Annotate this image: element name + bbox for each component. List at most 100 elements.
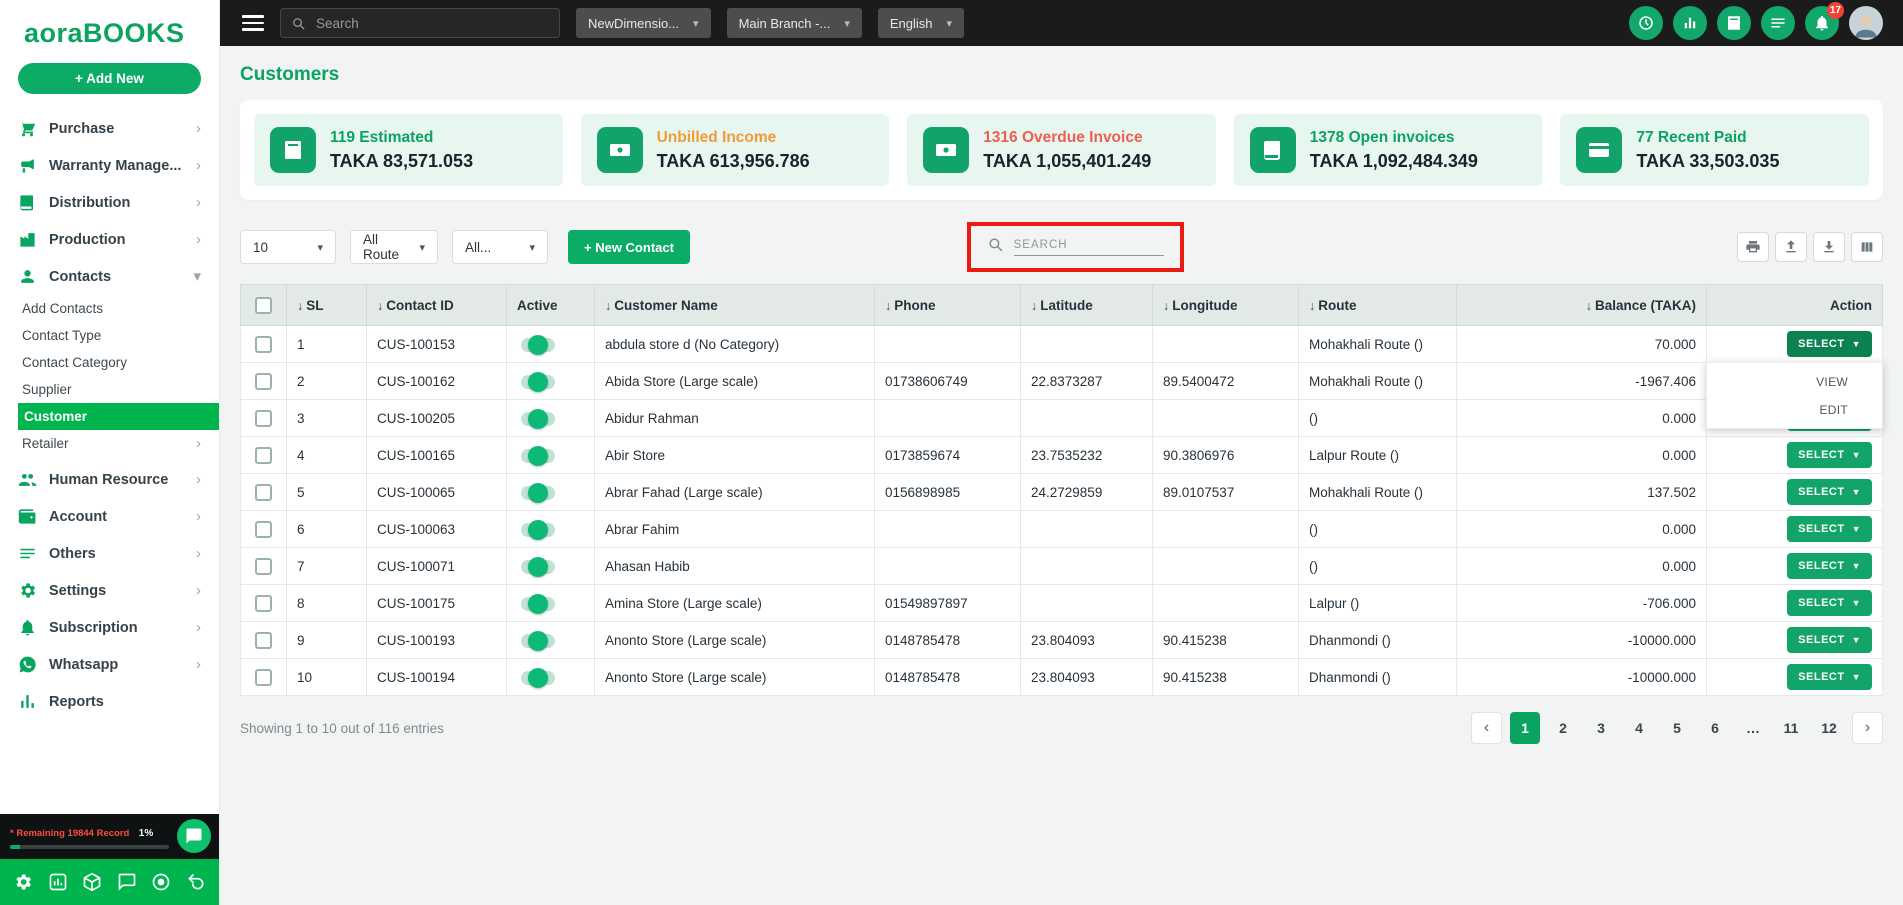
sidebar-item-contact-type[interactable]: Contact Type	[0, 322, 219, 349]
row-checkbox[interactable]	[255, 373, 272, 390]
pagination-page-button[interactable]: 2	[1548, 712, 1578, 744]
column-header[interactable]: ↓Latitude	[1021, 285, 1153, 326]
table-search[interactable]	[987, 236, 1164, 256]
select-action-button[interactable]: SELECT ▼	[1787, 627, 1872, 653]
active-toggle[interactable]	[521, 671, 555, 685]
package-icon[interactable]	[82, 872, 102, 892]
sidebar-item-customer[interactable]: Customer	[18, 403, 219, 430]
page-size-select[interactable]: 10 ▾	[240, 230, 336, 264]
column-header[interactable]: ↓Longitude	[1153, 285, 1299, 326]
category-filter-select[interactable]: All... ▾	[452, 230, 548, 264]
row-checkbox[interactable]	[255, 336, 272, 353]
gear-icon[interactable]	[13, 872, 33, 892]
pagination-page-button[interactable]: 4	[1624, 712, 1654, 744]
table-search-input[interactable]	[1014, 237, 1164, 256]
branch-dropdown[interactable]: Main Branch -... ▾	[727, 8, 862, 38]
sidebar-item-distribution[interactable]: Distribution ›	[0, 184, 219, 221]
select-action-button[interactable]: SELECT ▼	[1787, 553, 1872, 579]
print-icon[interactable]	[1737, 232, 1769, 262]
select-action-button[interactable]: SELECT ▼	[1787, 331, 1872, 357]
sidebar-item-contact-category[interactable]: Contact Category	[0, 349, 219, 376]
row-checkbox[interactable]	[255, 447, 272, 464]
pagination-page-button[interactable]: 6	[1700, 712, 1730, 744]
stats-icon[interactable]	[48, 872, 68, 892]
select-action-button[interactable]: SELECT ▼	[1787, 516, 1872, 542]
select-action-button[interactable]: SELECT ▼	[1787, 479, 1872, 505]
sidebar-item-retailer[interactable]: Retailer›	[0, 430, 219, 457]
sidebar-item-whatsapp[interactable]: Whatsapp ›	[0, 646, 219, 683]
add-new-button[interactable]: + Add New	[18, 63, 201, 94]
row-checkbox[interactable]	[255, 632, 272, 649]
pagination-page-button[interactable]: 3	[1586, 712, 1616, 744]
app-root: aoraBOOKS + Add New Purchase › Warranty …	[0, 0, 1903, 905]
sidebar-item-warranty[interactable]: Warranty Manage... ›	[0, 147, 219, 184]
row-checkbox[interactable]	[255, 595, 272, 612]
undo-icon[interactable]	[186, 872, 206, 892]
sidebar-item-purchase[interactable]: Purchase ›	[0, 110, 219, 147]
clock-icon[interactable]	[1629, 6, 1663, 40]
sidebar-item-supplier[interactable]: Supplier	[0, 376, 219, 403]
global-search[interactable]	[280, 8, 560, 38]
camera-icon[interactable]	[151, 872, 171, 892]
sidebar-item-production[interactable]: Production ›	[0, 221, 219, 258]
active-toggle[interactable]	[521, 338, 555, 352]
sidebar-item-settings[interactable]: Settings ›	[0, 572, 219, 609]
global-search-input[interactable]	[314, 15, 549, 32]
column-header[interactable]: ↓Route	[1299, 285, 1457, 326]
sidebar-item-others[interactable]: Others ›	[0, 535, 219, 572]
download-icon[interactable]	[1813, 232, 1845, 262]
active-toggle[interactable]	[521, 412, 555, 426]
select-action-button[interactable]: SELECT ▼	[1787, 664, 1872, 690]
pagination-page-button[interactable]: 1	[1510, 712, 1540, 744]
row-checkbox[interactable]	[255, 558, 272, 575]
language-dropdown[interactable]: English ▾	[878, 8, 964, 38]
sidebar-item-account[interactable]: Account ›	[0, 498, 219, 535]
pagination-prev-button[interactable]: ‹	[1471, 712, 1502, 744]
select-action-button[interactable]: SELECT ▼	[1787, 442, 1872, 468]
sidebar-item-human-resource[interactable]: Human Resource ›	[0, 461, 219, 498]
pagination-page-button[interactable]: 12	[1814, 712, 1844, 744]
sl-cell: 6	[287, 511, 367, 548]
chat-icon[interactable]	[117, 872, 137, 892]
dashboard-icon[interactable]	[1673, 6, 1707, 40]
pos-icon[interactable]	[1761, 6, 1795, 40]
sidebar-item-subscription[interactable]: Subscription ›	[0, 609, 219, 646]
sidebar-item-add-contacts[interactable]: Add Contacts	[0, 295, 219, 322]
menu-item-view[interactable]: VIEW	[1707, 368, 1882, 396]
active-toggle[interactable]	[521, 597, 555, 611]
row-checkbox[interactable]	[255, 521, 272, 538]
pagination-next-button[interactable]: ›	[1852, 712, 1883, 744]
row-checkbox[interactable]	[255, 484, 272, 501]
company-dropdown[interactable]: NewDimensio... ▾	[576, 8, 711, 38]
column-header[interactable]: ↓Balance (TAKA)	[1457, 285, 1707, 326]
pagination-page-button[interactable]: 5	[1662, 712, 1692, 744]
column-header[interactable]: ↓Customer Name	[595, 285, 875, 326]
column-header[interactable]: ↓SL	[287, 285, 367, 326]
column-header[interactable]: ↓Contact ID	[367, 285, 507, 326]
sidebar-item-contacts[interactable]: Contacts ▾	[0, 258, 219, 295]
export-icon[interactable]	[1775, 232, 1807, 262]
row-checkbox[interactable]	[255, 410, 272, 427]
active-toggle[interactable]	[521, 449, 555, 463]
calculator-icon[interactable]	[1717, 6, 1751, 40]
select-all-checkbox[interactable]	[255, 297, 272, 314]
active-toggle[interactable]	[521, 560, 555, 574]
column-header[interactable]: ↓Phone	[875, 285, 1021, 326]
columns-icon[interactable]	[1851, 232, 1883, 262]
user-avatar[interactable]	[1849, 6, 1883, 40]
new-contact-button[interactable]: + New Contact	[568, 230, 690, 264]
row-checkbox[interactable]	[255, 669, 272, 686]
support-chat-icon[interactable]	[177, 819, 211, 853]
active-cell	[507, 474, 595, 511]
select-action-button[interactable]: SELECT ▼	[1787, 590, 1872, 616]
hamburger-menu-icon[interactable]	[242, 15, 264, 31]
sidebar-item-reports[interactable]: Reports	[0, 683, 219, 720]
bell-icon[interactable]: 17	[1805, 6, 1839, 40]
active-toggle[interactable]	[521, 375, 555, 389]
pagination-page-button[interactable]: 11	[1776, 712, 1806, 744]
active-toggle[interactable]	[521, 486, 555, 500]
route-filter-select[interactable]: All Route ▾	[350, 230, 438, 264]
active-toggle[interactable]	[521, 523, 555, 537]
menu-item-edit[interactable]: EDIT	[1707, 396, 1882, 424]
active-toggle[interactable]	[521, 634, 555, 648]
